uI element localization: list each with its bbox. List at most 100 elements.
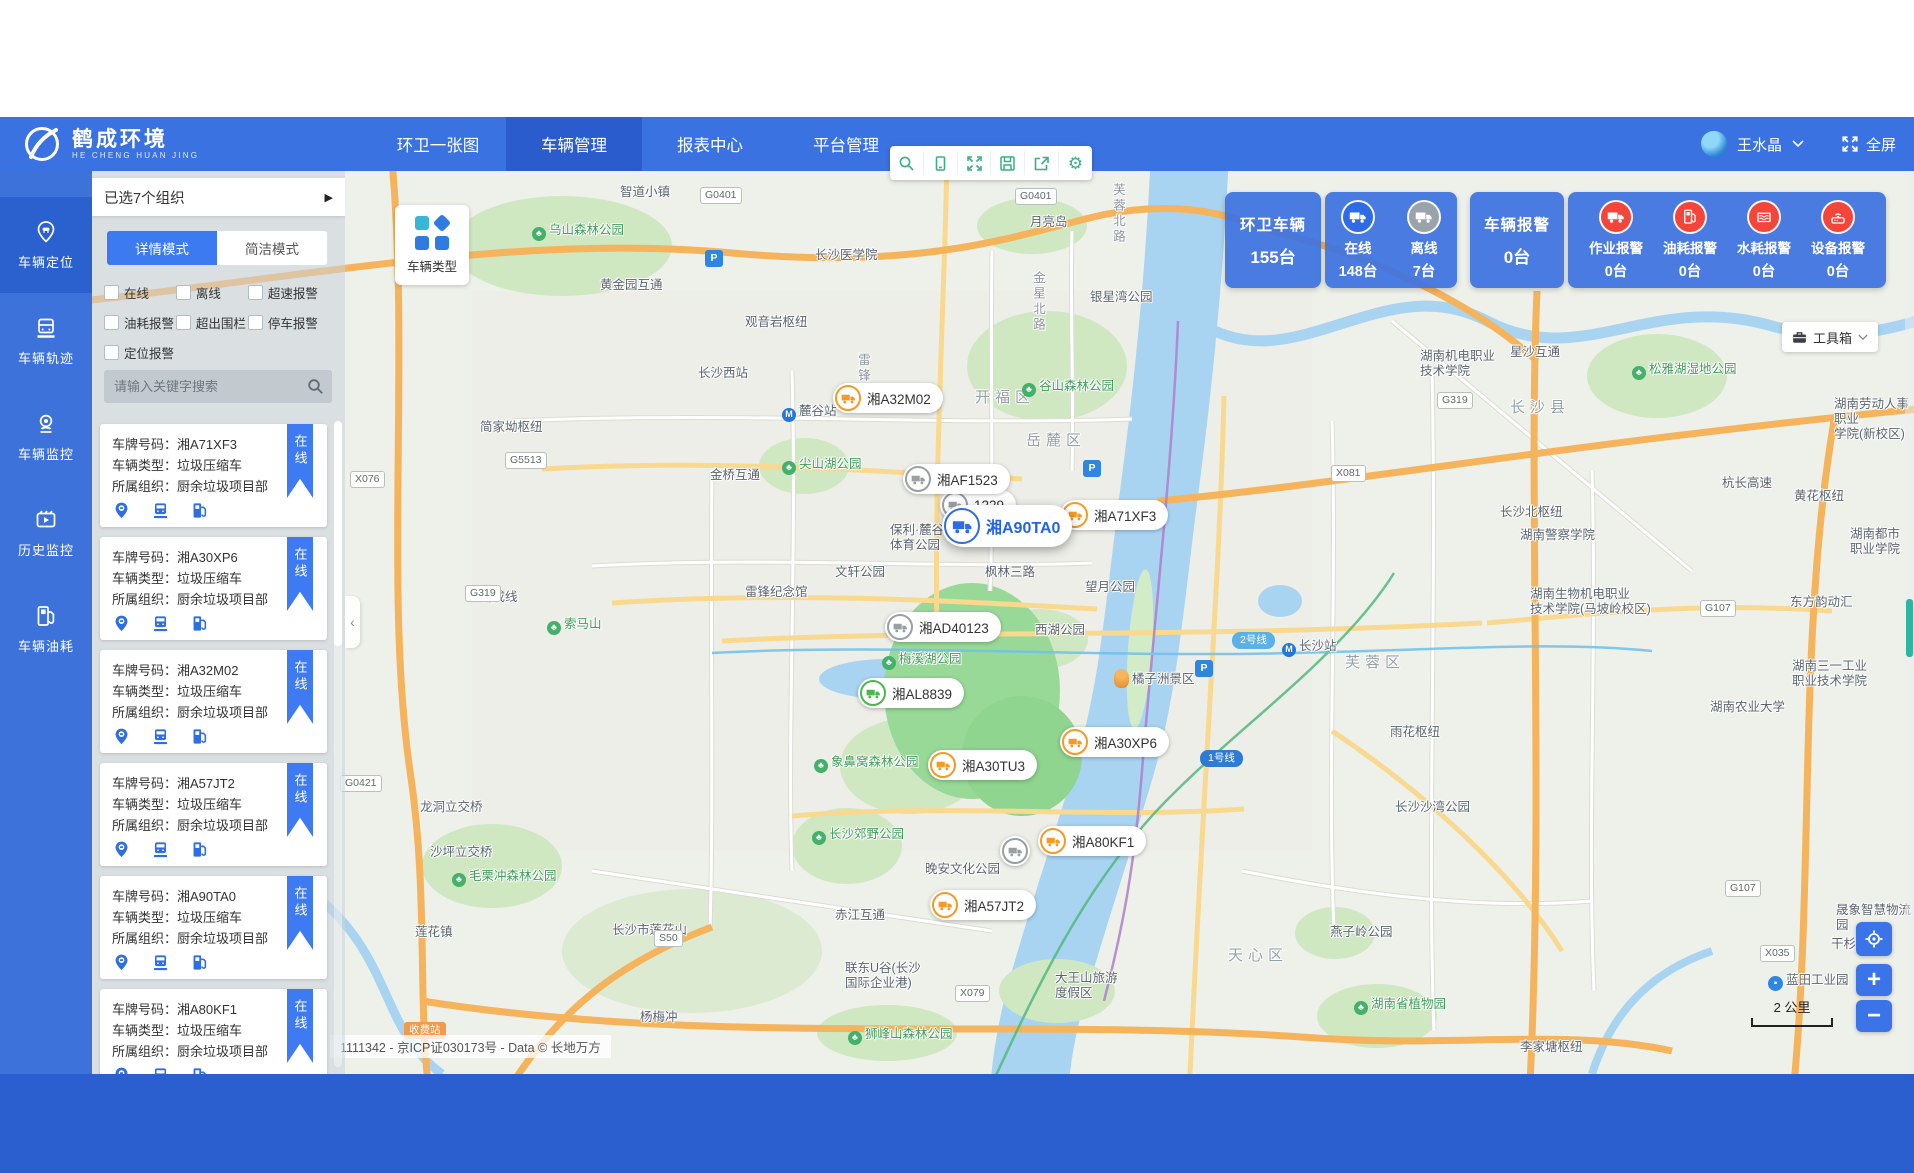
map-zoom-search-icon[interactable] [890,151,924,175]
checkbox-icon[interactable] [104,285,119,300]
zoom-out-button[interactable]: − [1856,1000,1892,1032]
map-label: 芙蓉区 [1345,655,1405,670]
sidebar-item-vehicle-fuel[interactable]: 车辆油耗 [0,581,92,677]
filter-checkbox[interactable]: 离线 [176,283,248,302]
fuel-vehicle-icon[interactable] [190,501,209,520]
map-expand-icon[interactable] [958,151,992,175]
vehicle-marker[interactable]: 湘A30TU3 [928,750,1037,780]
map-measure-icon[interactable] [924,151,958,175]
fuel-vehicle-icon[interactable] [190,614,209,633]
vehicle-marker[interactable]: 湘A71XF3 [1060,500,1168,530]
filter-checkbox[interactable]: 油耗报警 [104,313,176,332]
fuel-vehicle-icon[interactable] [190,1066,209,1074]
org-expand-arrow-icon[interactable]: ▶ [325,191,333,204]
nav-tab[interactable]: 车辆管理 [506,117,642,171]
search-input[interactable] [112,378,307,395]
vehicle-card[interactable]: 车牌号码：湘A57JT2 车辆类型：垃圾压缩车 所属组织：厨余垃圾项目部 在线 [100,763,327,866]
filter-checkbox[interactable]: 停车报警 [248,313,336,332]
sidebar-item-vehicle-track[interactable]: 车辆轨迹 [0,293,92,389]
sidebar-item-vehicle-monitor[interactable]: 车辆监控 [0,389,92,485]
map-container[interactable]: 智道小镇乌山森林公园长沙医学院月亮岛银星湾公园黄金园互通观音岩枢纽金星北路芙蓉北… [92,171,1914,1074]
fullscreen-button[interactable]: 全屏 [1840,134,1896,155]
map-save-icon[interactable] [991,151,1025,175]
logo-title: 鹤成环境 [72,128,199,151]
vehicle-marker[interactable]: 湘A57JT2 [930,890,1036,920]
locate-vehicle-icon[interactable] [112,953,131,972]
filter-checkbox[interactable]: 超出围栏 [176,313,248,332]
vehicle-card[interactable]: 车牌号码：湘A90TA0 车辆类型：垃圾压缩车 所属组织：厨余垃圾项目部 在线 [100,876,327,979]
checkbox-icon[interactable] [104,345,119,360]
map-canvas[interactable] [92,171,1914,1074]
sidebar-item-vehicle-location[interactable]: 车辆定位 [0,197,92,293]
checkbox-icon[interactable] [104,315,119,330]
checkbox-icon[interactable] [248,315,263,330]
map-share-icon[interactable] [1025,151,1059,175]
vehicle-marker[interactable]: 湘A90TA0 [942,505,1072,547]
locate-vehicle-icon[interactable] [112,727,131,746]
vehicle-marker[interactable] [1000,836,1030,866]
checkbox-icon[interactable] [176,315,191,330]
map-scale: 2 公里 [1744,997,1840,1027]
map-label: 湖南三一工业 职业技术学院 [1792,659,1867,689]
org-selector[interactable]: 已选7个组织 ▶ [92,178,345,216]
panel-collapse-button[interactable]: ‹ [345,596,360,648]
map-label: 梅溪湖公园 [882,652,962,670]
panel-scrollbar[interactable] [334,421,342,1067]
track-vehicle-icon[interactable] [151,1066,170,1074]
track-vehicle-icon[interactable] [151,501,170,520]
vehicle-marker-label: 湘AD40123 [913,617,999,637]
map-road-badge: G319 [465,585,501,602]
track-vehicle-icon[interactable] [151,953,170,972]
sidebar-item-history-monitor[interactable]: 历史监控 [0,485,92,581]
vehicle-marker[interactable]: 湘A80KF1 [1038,826,1146,856]
filter-checkbox[interactable]: 在线 [104,283,176,302]
map-label: 金星北路 [1030,271,1045,333]
vehicle-card[interactable]: 车牌号码：湘A80KF1 车辆类型：垃圾压缩车 所属组织：厨余垃圾项目部 在线 [100,989,327,1074]
filter-checkbox[interactable]: 超速报警 [248,283,336,302]
locate-vehicle-icon[interactable] [112,501,131,520]
page-scrollbar[interactable] [1905,171,1914,1074]
locate-button[interactable] [1856,922,1892,956]
filter-checkbox[interactable]: 定位报警 [104,343,176,362]
map-road-badge: 2号线 [1232,632,1275,649]
vehicle-card[interactable]: 车牌号码：湘A71XF3 车辆类型：垃圾压缩车 所属组织：厨余垃圾项目部 在线 [100,424,327,527]
checkbox-icon[interactable] [176,285,191,300]
panel-scrollbar-thumb[interactable] [334,421,342,646]
checkbox-icon[interactable] [248,285,263,300]
map-label: 湖南农业大学 [1710,700,1785,715]
vehicle-card[interactable]: 车牌号码：湘A30XP6 车辆类型：垃圾压缩车 所属组织：厨余垃圾项目部 在线 [100,537,327,640]
vehicle-list[interactable]: 车牌号码：湘A71XF3 车辆类型：垃圾压缩车 所属组织：厨余垃圾项目部 在线 … [92,416,345,1074]
locate-vehicle-icon[interactable] [112,840,131,859]
map-label: 乌山森林公园 [532,223,624,241]
user-avatar[interactable] [1701,131,1727,157]
vehicle-type-button[interactable]: 车辆类型 [395,205,469,285]
map-label: 望月公园 [1085,580,1135,595]
user-name[interactable]: 王水晶 [1737,134,1782,155]
vehicle-card[interactable]: 车牌号码：湘A32M02 车辆类型：垃圾压缩车 所属组织：厨余垃圾项目部 在线 [100,650,327,753]
fuel-vehicle-icon[interactable] [190,840,209,859]
zoom-in-button[interactable]: + [1856,964,1892,996]
fuel-vehicle-icon[interactable] [190,727,209,746]
map-settings-gear-icon[interactable]: ⚙ [1059,151,1092,175]
vehicle-marker[interactable]: 湘AD40123 [885,612,1001,642]
mode-detail-button[interactable]: 详情模式 [107,231,217,265]
vehicle-marker[interactable]: 湘AL8839 [858,678,964,708]
locate-vehicle-icon[interactable] [112,614,131,633]
vehicle-marker[interactable]: 湘A32M02 [833,383,943,413]
vehicle-marker-label: 湘A90TA0 [980,514,1070,538]
track-vehicle-icon[interactable] [151,727,170,746]
toolbox-button[interactable]: 工具箱 [1782,322,1878,352]
track-vehicle-icon[interactable] [151,614,170,633]
vehicle-org: 厨余垃圾项目部 [177,479,268,494]
locate-vehicle-icon[interactable] [112,1066,131,1074]
vehicle-marker[interactable]: 湘A30XP6 [1060,727,1169,757]
chevron-down-icon[interactable] [1792,140,1804,148]
vehicle-marker[interactable]: 湘AF1523 [903,464,1010,494]
page-scrollbar-thumb[interactable] [1906,599,1913,657]
nav-tab[interactable]: 环卫一张图 [370,117,506,171]
nav-tab[interactable]: 报表中心 [642,117,778,171]
search-icon[interactable] [307,378,324,395]
mode-simple-button[interactable]: 简洁模式 [217,231,327,265]
fuel-vehicle-icon[interactable] [190,953,209,972]
track-vehicle-icon[interactable] [151,840,170,859]
